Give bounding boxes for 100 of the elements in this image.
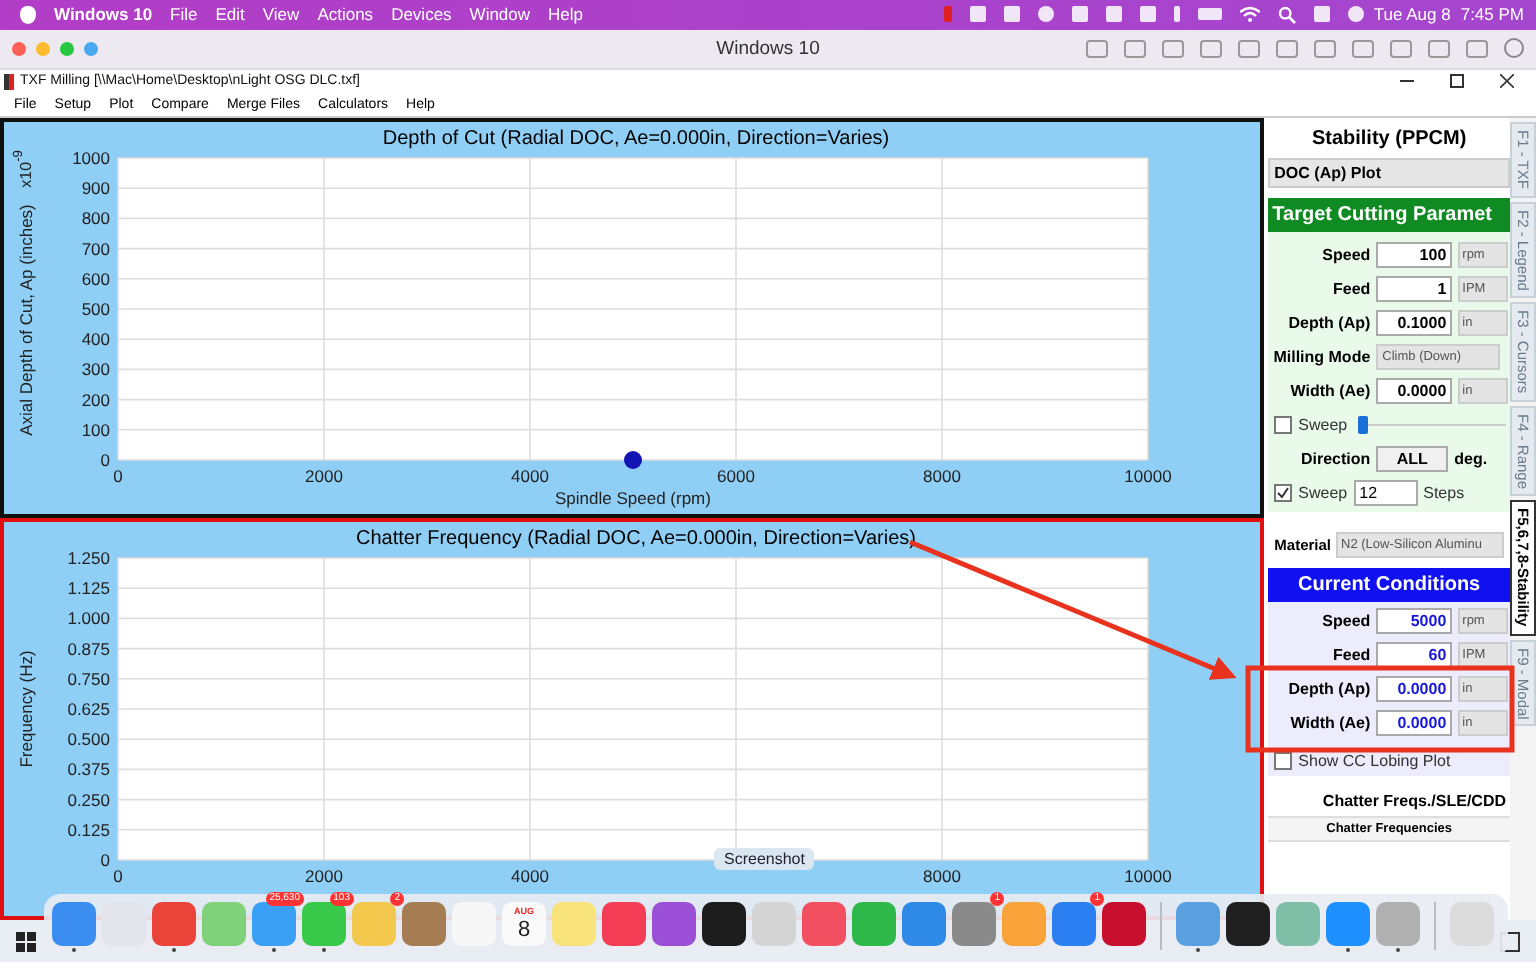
tick-label: 10000 xyxy=(1124,866,1172,887)
section-header: Target Cutting Paramet xyxy=(1268,198,1510,233)
input-field[interactable]: 60 xyxy=(1376,641,1453,668)
zoom-button[interactable] xyxy=(60,41,74,56)
field-label: Feed xyxy=(1330,645,1371,664)
toolbar-icon[interactable] xyxy=(1124,39,1146,58)
toolbar-icon[interactable] xyxy=(1238,39,1260,58)
toolbar-icon[interactable] xyxy=(1466,39,1488,58)
tick-label: 0.625 xyxy=(67,699,110,720)
axis-label: Frequency (Hz) xyxy=(16,650,36,769)
menu-item[interactable]: Devices xyxy=(391,4,452,25)
tick-label: 0.875 xyxy=(67,639,110,660)
battery-icon[interactable] xyxy=(1197,8,1222,21)
toolbar-icon[interactable] xyxy=(1352,39,1374,58)
close-icon[interactable] xyxy=(1499,74,1513,88)
toolbar-icon[interactable] xyxy=(1276,39,1298,58)
data-point xyxy=(624,451,642,470)
menu-item[interactable]: Edit xyxy=(215,4,245,25)
input-field[interactable]: 0.1000 xyxy=(1376,309,1453,336)
tick-label: 6000 xyxy=(717,466,755,487)
menubar-date[interactable]: Tue Aug 8 xyxy=(1373,4,1451,25)
field-label: Speed xyxy=(1320,611,1371,630)
field-label: Direction xyxy=(1298,449,1371,468)
toolbar-icon[interactable] xyxy=(1086,39,1108,58)
slider-thumb[interactable] xyxy=(1357,415,1368,434)
input-field[interactable]: 12 xyxy=(1353,479,1418,506)
tick-label: 200 xyxy=(81,390,110,411)
wifi-icon[interactable] xyxy=(1239,6,1260,23)
section-header: Current Conditions xyxy=(1268,568,1510,603)
tick-label: 0.500 xyxy=(67,729,110,750)
toolbar-icon[interactable] xyxy=(1314,39,1336,58)
checkbox-label: Show CC Lobing Plot xyxy=(1298,751,1451,770)
input-field[interactable]: 100 xyxy=(1376,241,1453,268)
tick-label: 1.000 xyxy=(67,608,110,629)
tick-label: 100 xyxy=(81,420,110,441)
app-icon[interactable] xyxy=(1226,901,1270,945)
field-label: Feed xyxy=(1330,279,1371,298)
app-menu[interactable]: Windows 10 xyxy=(54,4,153,25)
field-label: Width (Ae) xyxy=(1288,381,1371,400)
field-label: Depth (Ap) xyxy=(1286,679,1371,698)
calendar-day: 8 xyxy=(517,917,531,941)
tick-label: 800 xyxy=(81,208,110,229)
toolbar-icon[interactable] xyxy=(1390,39,1412,58)
direction-button[interactable]: ALL xyxy=(1376,445,1449,472)
tick-label: 0 xyxy=(100,450,110,471)
tick-label: 1.250 xyxy=(67,548,110,569)
toolbar-icon[interactable] xyxy=(1162,39,1184,58)
windows-logo-icon[interactable] xyxy=(16,931,36,952)
chart-title: Depth of Cut (Radial DOC, Ae=0.000in, Direction=Varies) xyxy=(382,128,890,151)
menu-item[interactable]: Window xyxy=(469,4,531,25)
field-label: Speed xyxy=(1320,245,1371,264)
plot-selector[interactable]: DOC (Ap) Plot xyxy=(1268,158,1510,189)
tick-label: 4000 xyxy=(511,866,549,887)
menubar-time[interactable]: 7:45 PM xyxy=(1460,4,1524,25)
tick-label: 400 xyxy=(81,329,110,350)
menu-item[interactable]: Actions xyxy=(317,4,374,25)
input-field[interactable]: 5000 xyxy=(1376,607,1453,634)
tick-label: 0.250 xyxy=(67,790,110,811)
window-title: Windows 10 xyxy=(716,37,820,60)
panel-title: Stability (PPCM) xyxy=(1309,126,1469,155)
search-icon[interactable] xyxy=(1277,5,1296,24)
tick-label: 0.125 xyxy=(67,820,110,841)
chart-title: Chatter Frequency (Radial DOC, Ae=0.000in, Direction=Varies) xyxy=(356,528,916,551)
checkbox[interactable] xyxy=(1274,483,1293,502)
tick-label: 900 xyxy=(81,178,110,199)
tick-label: 1000 xyxy=(72,148,110,169)
menu-item[interactable]: File xyxy=(170,4,198,25)
tick-label: 500 xyxy=(81,299,110,320)
tick-label: 8000 xyxy=(923,466,961,487)
input-field[interactable]: 0.0000 xyxy=(1376,709,1453,736)
tick-label: 0.375 xyxy=(67,759,110,780)
window-button[interactable] xyxy=(84,41,98,56)
field-label: Milling Mode xyxy=(1271,347,1371,366)
slider[interactable] xyxy=(1357,415,1506,434)
tick-label: 2000 xyxy=(305,866,343,887)
tick-label: 300 xyxy=(81,359,110,380)
unit-label: Steps xyxy=(1423,483,1465,502)
tooltip: Screenshot xyxy=(714,848,815,870)
axis-label: Spindle Speed (rpm) xyxy=(555,488,711,509)
tick-label: 0.750 xyxy=(67,669,110,690)
input-field[interactable]: 0.0000 xyxy=(1376,675,1453,702)
menu-item[interactable]: View xyxy=(262,4,300,25)
unit-label: deg. xyxy=(1454,449,1488,468)
app-icon xyxy=(4,73,14,89)
tick-label: 0 xyxy=(113,466,123,487)
tick-label: 1.125 xyxy=(67,578,110,599)
input-field[interactable]: 1 xyxy=(1376,275,1453,302)
checkbox-label: Sweep xyxy=(1298,483,1348,502)
menu-item[interactable]: Help xyxy=(548,4,584,25)
field-label: Depth (Ap) xyxy=(1286,313,1371,332)
checkbox[interactable] xyxy=(1274,415,1293,434)
tick-label: 2000 xyxy=(305,466,343,487)
input-field[interactable]: 0.0000 xyxy=(1376,377,1453,404)
tick-label: 0 xyxy=(100,850,110,871)
tick-label: 0 xyxy=(113,866,123,887)
toolbar-icon[interactable] xyxy=(1200,39,1222,58)
toolbar-icon[interactable] xyxy=(1428,39,1450,58)
tick-label: 8000 xyxy=(923,866,961,887)
app-icon[interactable] xyxy=(702,901,746,945)
checkbox-label: Sweep xyxy=(1298,415,1348,434)
